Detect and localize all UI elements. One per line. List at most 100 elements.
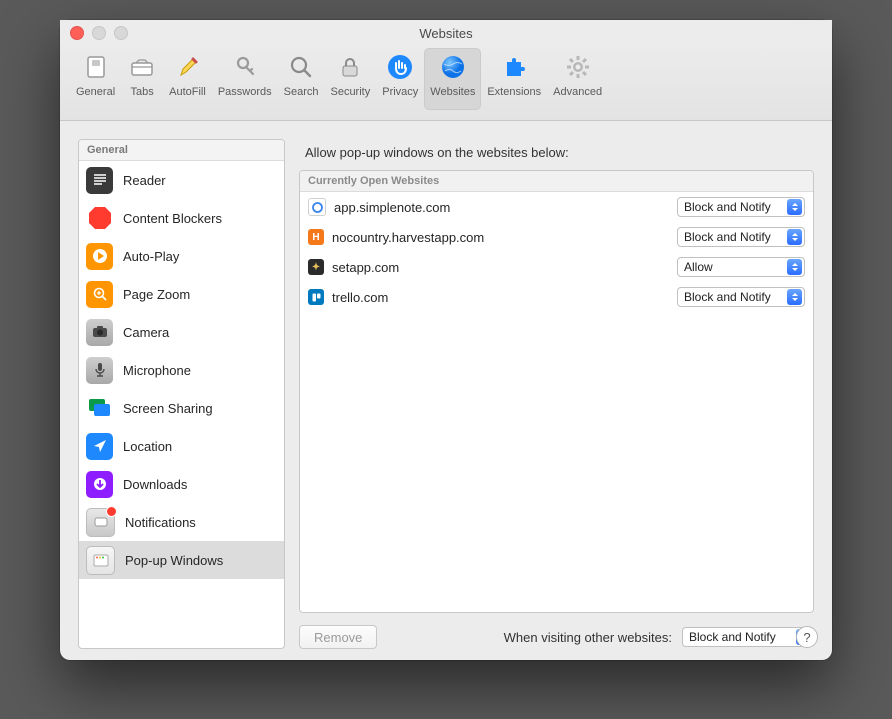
sidebar-list: Reader Content Blockers Auto-Play Page Z… <box>79 161 284 648</box>
sidebar-item-label: Page Zoom <box>123 287 190 302</box>
website-row[interactable]: app.simplenote.com Block and Notify <box>300 192 813 222</box>
favicon-icon <box>308 198 326 216</box>
select-value: Block and Notify <box>684 230 771 244</box>
website-row[interactable]: trello.com Block and Notify <box>300 282 813 312</box>
titlebar: Websites <box>60 20 832 42</box>
sidebar-item-label: Auto-Play <box>123 249 179 264</box>
pencil-icon <box>172 52 202 82</box>
website-row[interactable]: ✦ setapp.com Allow <box>300 252 813 282</box>
toolbar-tab-websites[interactable]: Websites <box>424 48 481 110</box>
chevron-updown-icon <box>787 289 802 305</box>
website-domain: nocountry.harvestapp.com <box>332 230 669 245</box>
website-domain: app.simplenote.com <box>334 200 669 215</box>
sidebar-item-label: Content Blockers <box>123 211 222 226</box>
sidebar-item-camera[interactable]: Camera <box>79 313 284 351</box>
website-row[interactable]: H nocountry.harvestapp.com Block and Not… <box>300 222 813 252</box>
website-domain: trello.com <box>332 290 669 305</box>
toolbar-tab-label: Passwords <box>218 86 272 98</box>
website-setting-select[interactable]: Block and Notify <box>677 197 805 217</box>
sidebar-item-label: Screen Sharing <box>123 401 213 416</box>
sidebar-item-screen-sharing[interactable]: Screen Sharing <box>79 389 284 427</box>
select-value: Block and Notify <box>684 290 771 304</box>
download-icon <box>86 471 113 498</box>
toolbar-tab-label: AutoFill <box>169 86 206 98</box>
hand-icon <box>385 52 415 82</box>
website-list-box: Currently Open Websites app.simplenote.c… <box>299 170 814 613</box>
camera-icon <box>86 319 113 346</box>
remove-button[interactable]: Remove <box>299 625 377 649</box>
website-setting-select[interactable]: Block and Notify <box>677 227 805 247</box>
toolbar-tab-label: Privacy <box>382 86 418 98</box>
favicon-icon <box>308 289 324 305</box>
other-websites-select[interactable]: Block and Notify <box>682 627 814 647</box>
sidebar-item-reader[interactable]: Reader <box>79 161 284 199</box>
globe-icon <box>438 52 468 82</box>
preferences-window: Websites General Tabs AutoFill Password <box>60 20 832 660</box>
window-icon <box>86 546 115 575</box>
switch-icon <box>81 52 111 82</box>
toolbar-tab-tabs[interactable]: Tabs <box>121 48 163 110</box>
help-button[interactable]: ? <box>796 626 818 648</box>
stop-icon <box>86 205 113 232</box>
website-domain: setapp.com <box>332 260 669 275</box>
window-minimize-button[interactable] <box>92 26 106 40</box>
sidebar-item-microphone[interactable]: Microphone <box>79 351 284 389</box>
toolbar-tab-extensions[interactable]: Extensions <box>481 48 547 110</box>
toolbar-tab-label: Tabs <box>131 86 154 98</box>
sidebar-item-page-zoom[interactable]: Page Zoom <box>79 275 284 313</box>
sidebar-section-header: General <box>79 140 284 161</box>
reader-icon <box>86 167 113 194</box>
sidebar-item-label: Downloads <box>123 477 187 492</box>
search-icon <box>286 52 316 82</box>
play-icon <box>86 243 113 270</box>
toolbar-tab-label: General <box>76 86 115 98</box>
toolbar-tab-search[interactable]: Search <box>278 48 325 110</box>
preferences-toolbar: General Tabs AutoFill Passwords Search <box>60 42 832 121</box>
window-zoom-button[interactable] <box>114 26 128 40</box>
gear-icon <box>563 52 593 82</box>
toolbar-tab-label: Advanced <box>553 86 602 98</box>
window-close-button[interactable] <box>70 26 84 40</box>
zoom-icon <box>86 281 113 308</box>
sidebar-item-label: Pop-up Windows <box>125 553 223 568</box>
sidebar-item-popup-windows[interactable]: Pop-up Windows <box>79 541 284 579</box>
website-list-header: Currently Open Websites <box>300 171 813 192</box>
sidebar-item-content-blockers[interactable]: Content Blockers <box>79 199 284 237</box>
toolbar-tab-security[interactable]: Security <box>324 48 376 110</box>
sidebar-item-location[interactable]: Location <box>79 427 284 465</box>
toolbar-tab-general[interactable]: General <box>70 48 121 110</box>
website-list: app.simplenote.com Block and Notify H no… <box>300 192 813 612</box>
main-footer: Remove When visiting other websites: Blo… <box>299 625 814 649</box>
badge-icon <box>106 506 117 517</box>
chevron-updown-icon <box>787 229 802 245</box>
content-area: General Reader Content Blockers Auto-Pla… <box>60 121 832 667</box>
screens-icon <box>86 395 113 422</box>
sidebar-item-label: Camera <box>123 325 169 340</box>
sidebar-item-auto-play[interactable]: Auto-Play <box>79 237 284 275</box>
window-title: Websites <box>419 22 472 41</box>
lock-icon <box>335 52 365 82</box>
sidebar-item-label: Microphone <box>123 363 191 378</box>
toolbar-tab-advanced[interactable]: Advanced <box>547 48 608 110</box>
sidebar-item-notifications[interactable]: Notifications <box>79 503 284 541</box>
main-heading: Allow pop-up windows on the websites bel… <box>305 145 814 160</box>
chevron-updown-icon <box>787 259 802 275</box>
select-value: Block and Notify <box>689 630 776 644</box>
select-value: Allow <box>684 260 713 274</box>
settings-sidebar: General Reader Content Blockers Auto-Pla… <box>78 139 285 649</box>
toolbar-tab-passwords[interactable]: Passwords <box>212 48 278 110</box>
main-panel: Allow pop-up windows on the websites bel… <box>299 139 814 649</box>
toolbar-tab-privacy[interactable]: Privacy <box>376 48 424 110</box>
sidebar-item-label: Reader <box>123 173 166 188</box>
website-setting-select[interactable]: Block and Notify <box>677 287 805 307</box>
sidebar-item-label: Notifications <box>125 515 196 530</box>
select-value: Block and Notify <box>684 200 771 214</box>
toolbar-tab-label: Websites <box>430 86 475 98</box>
toolbar-tab-label: Security <box>330 86 370 98</box>
favicon-icon: ✦ <box>308 259 324 275</box>
toolbar-tab-label: Extensions <box>487 86 541 98</box>
toolbar-tab-autofill[interactable]: AutoFill <box>163 48 212 110</box>
microphone-icon <box>86 357 113 384</box>
website-setting-select[interactable]: Allow <box>677 257 805 277</box>
sidebar-item-downloads[interactable]: Downloads <box>79 465 284 503</box>
